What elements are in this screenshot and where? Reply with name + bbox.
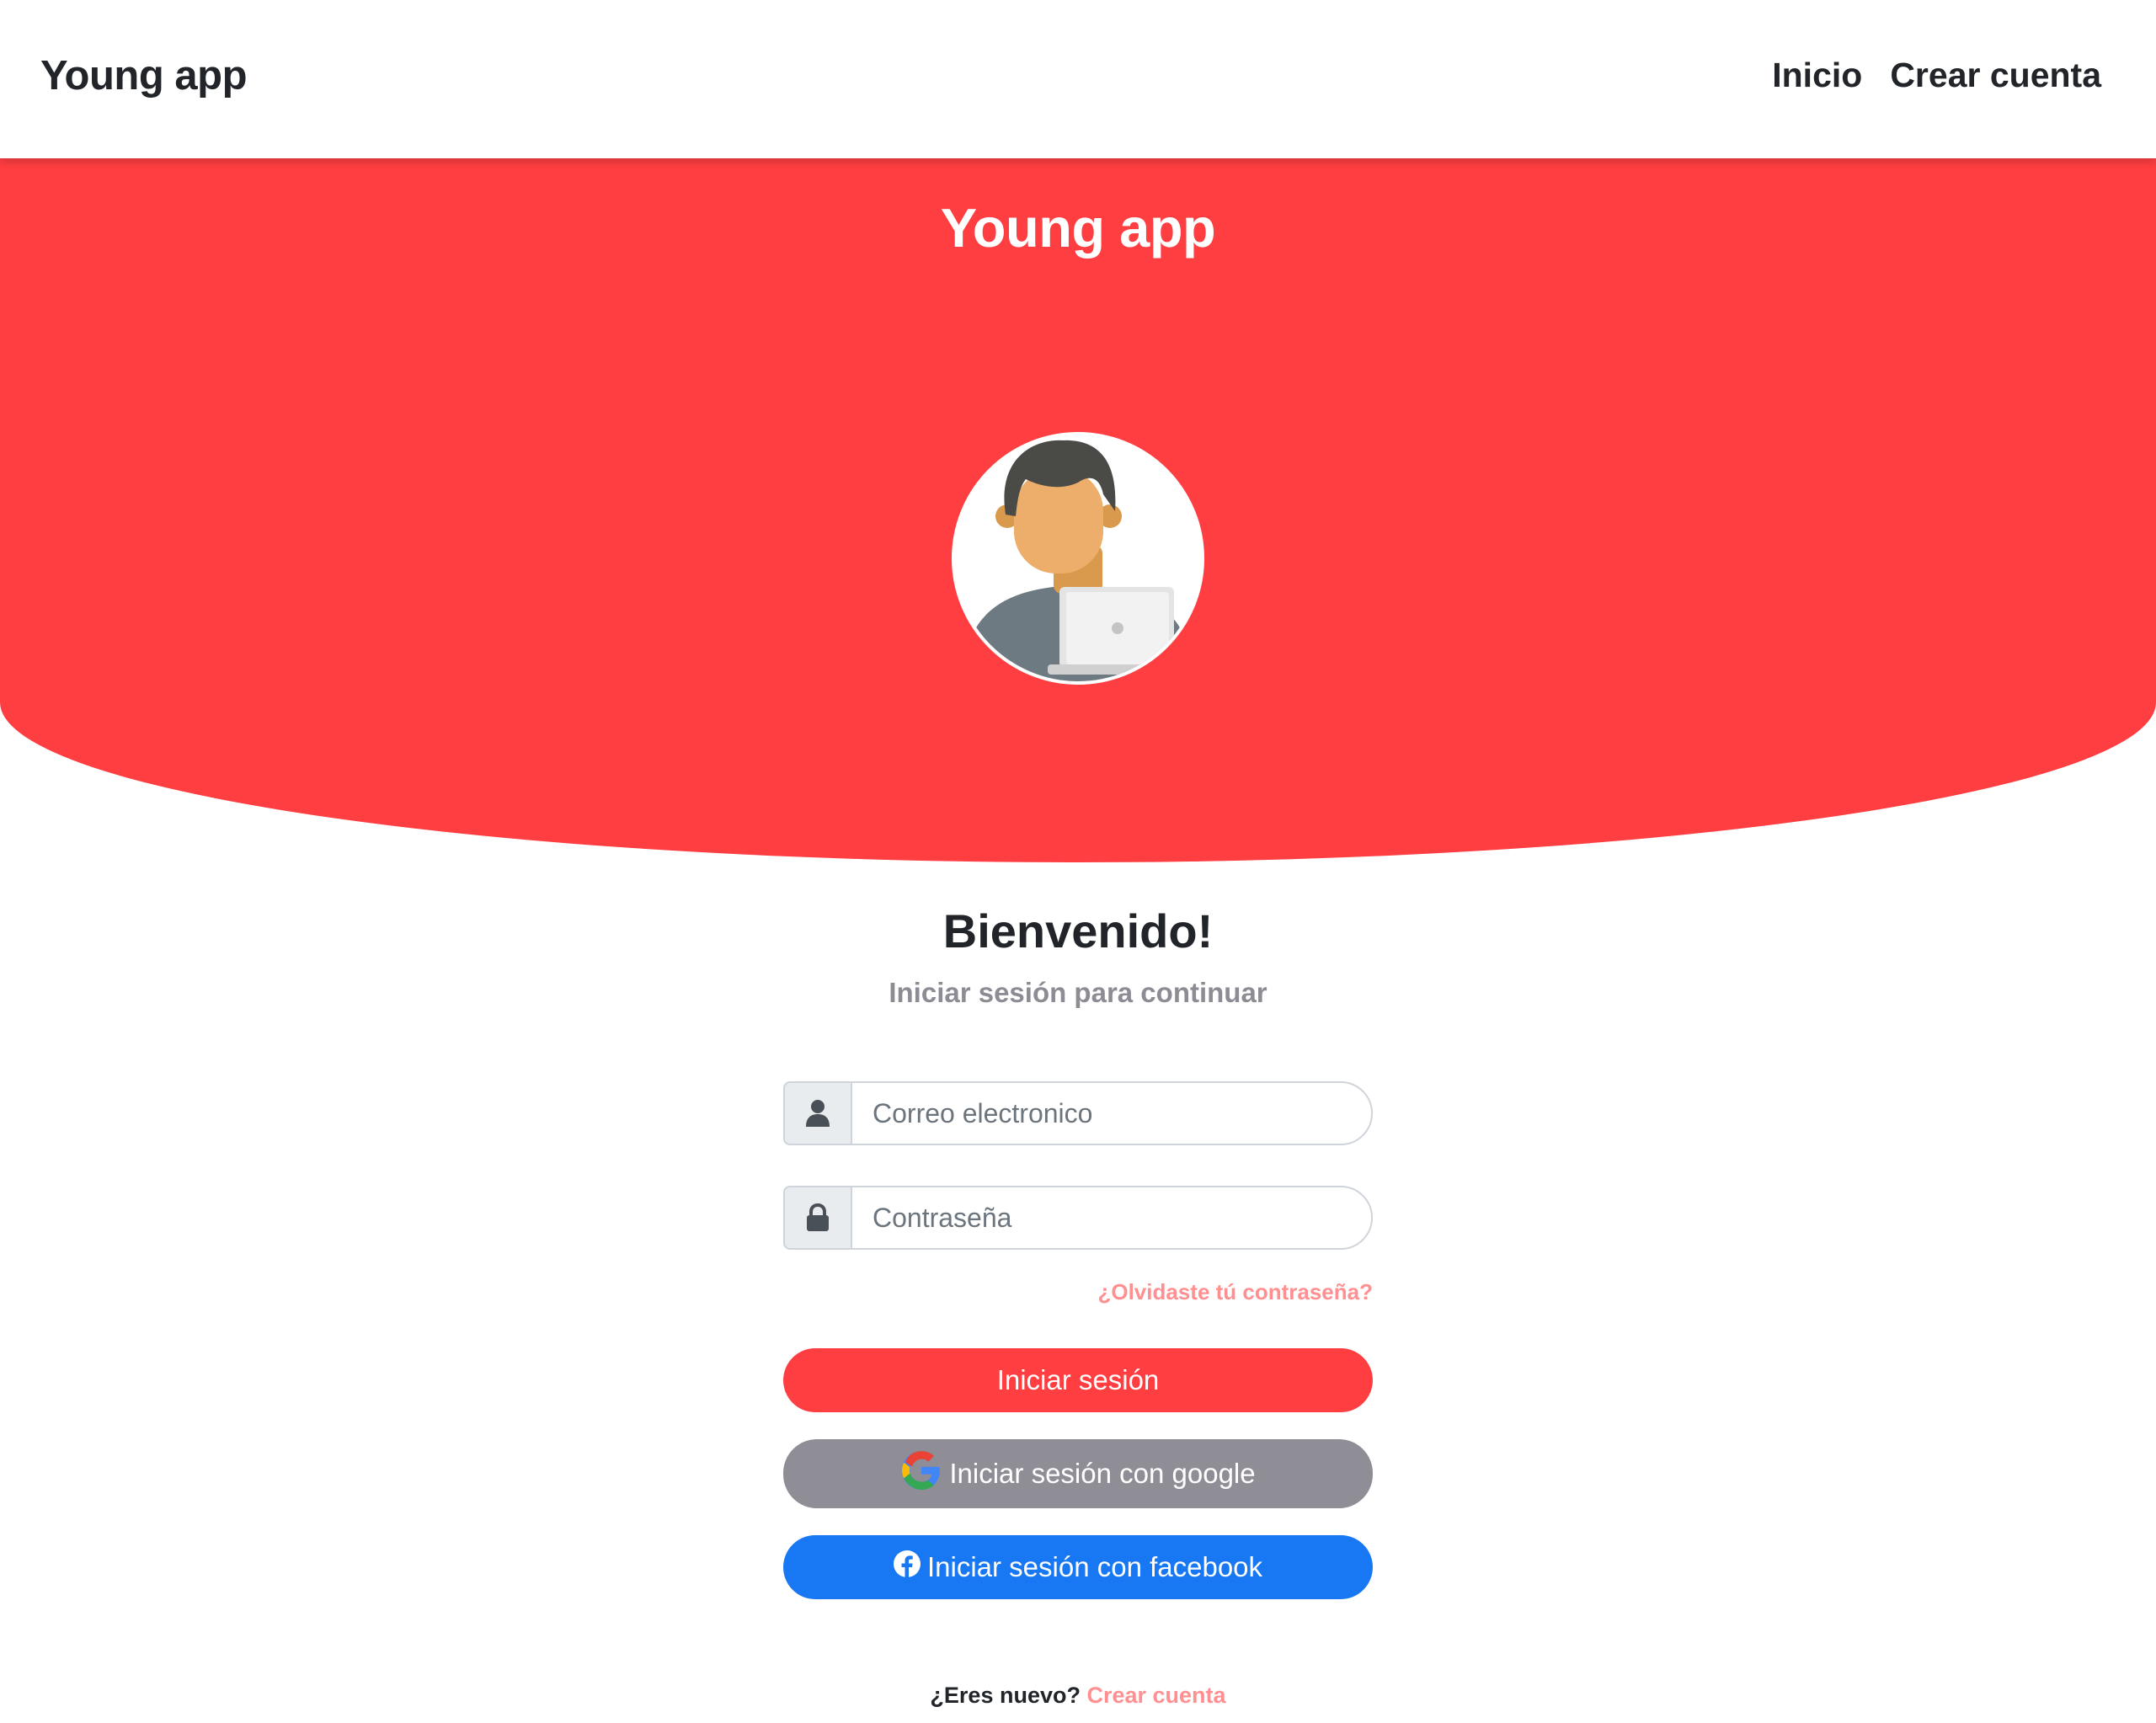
password-input[interactable] (851, 1186, 1373, 1250)
email-input-group (783, 1081, 1373, 1145)
lock-icon (783, 1186, 851, 1250)
password-input-group (783, 1186, 1373, 1250)
hero-title: Young app (940, 197, 1216, 259)
nav-link-inicio[interactable]: Inicio (1772, 56, 1862, 95)
facebook-login-button[interactable]: Iniciar sesión con facebook (783, 1535, 1373, 1599)
facebook-icon (893, 1550, 921, 1584)
google-icon (900, 1449, 942, 1498)
hero-banner: Young app (0, 158, 2156, 862)
forgot-password-link[interactable]: ¿Olvidaste tú contraseña? (1097, 1279, 1373, 1305)
login-subtitle: Iniciar sesión para continuar (889, 977, 1267, 1008)
login-button-label: Iniciar sesión (996, 1364, 1160, 1395)
user-icon (783, 1081, 851, 1145)
signup-prompt: ¿Eres nuevo? Crear cuenta (0, 1683, 2156, 1709)
welcome-heading: Bienvenido! (942, 904, 1214, 958)
navbar: Young app Inicio Crear cuenta (0, 0, 2156, 158)
google-login-button[interactable]: Iniciar sesión con google (783, 1439, 1373, 1508)
nav-links: Inicio Crear cuenta (1772, 56, 2101, 95)
login-button[interactable]: Iniciar sesión (783, 1348, 1373, 1412)
email-input[interactable] (851, 1081, 1373, 1145)
user-with-laptop-avatar-icon (952, 432, 1204, 685)
nav-link-crear-cuenta[interactable]: Crear cuenta (1890, 56, 2101, 95)
facebook-login-label: Iniciar sesión con facebook (926, 1551, 1263, 1582)
create-account-link[interactable]: Crear cuenta (1086, 1683, 1225, 1708)
google-login-label: Iniciar sesión con google (949, 1458, 1256, 1489)
new-user-text: ¿Eres nuevo? (930, 1683, 1081, 1708)
brand-logo-text[interactable]: Young app (40, 52, 248, 99)
